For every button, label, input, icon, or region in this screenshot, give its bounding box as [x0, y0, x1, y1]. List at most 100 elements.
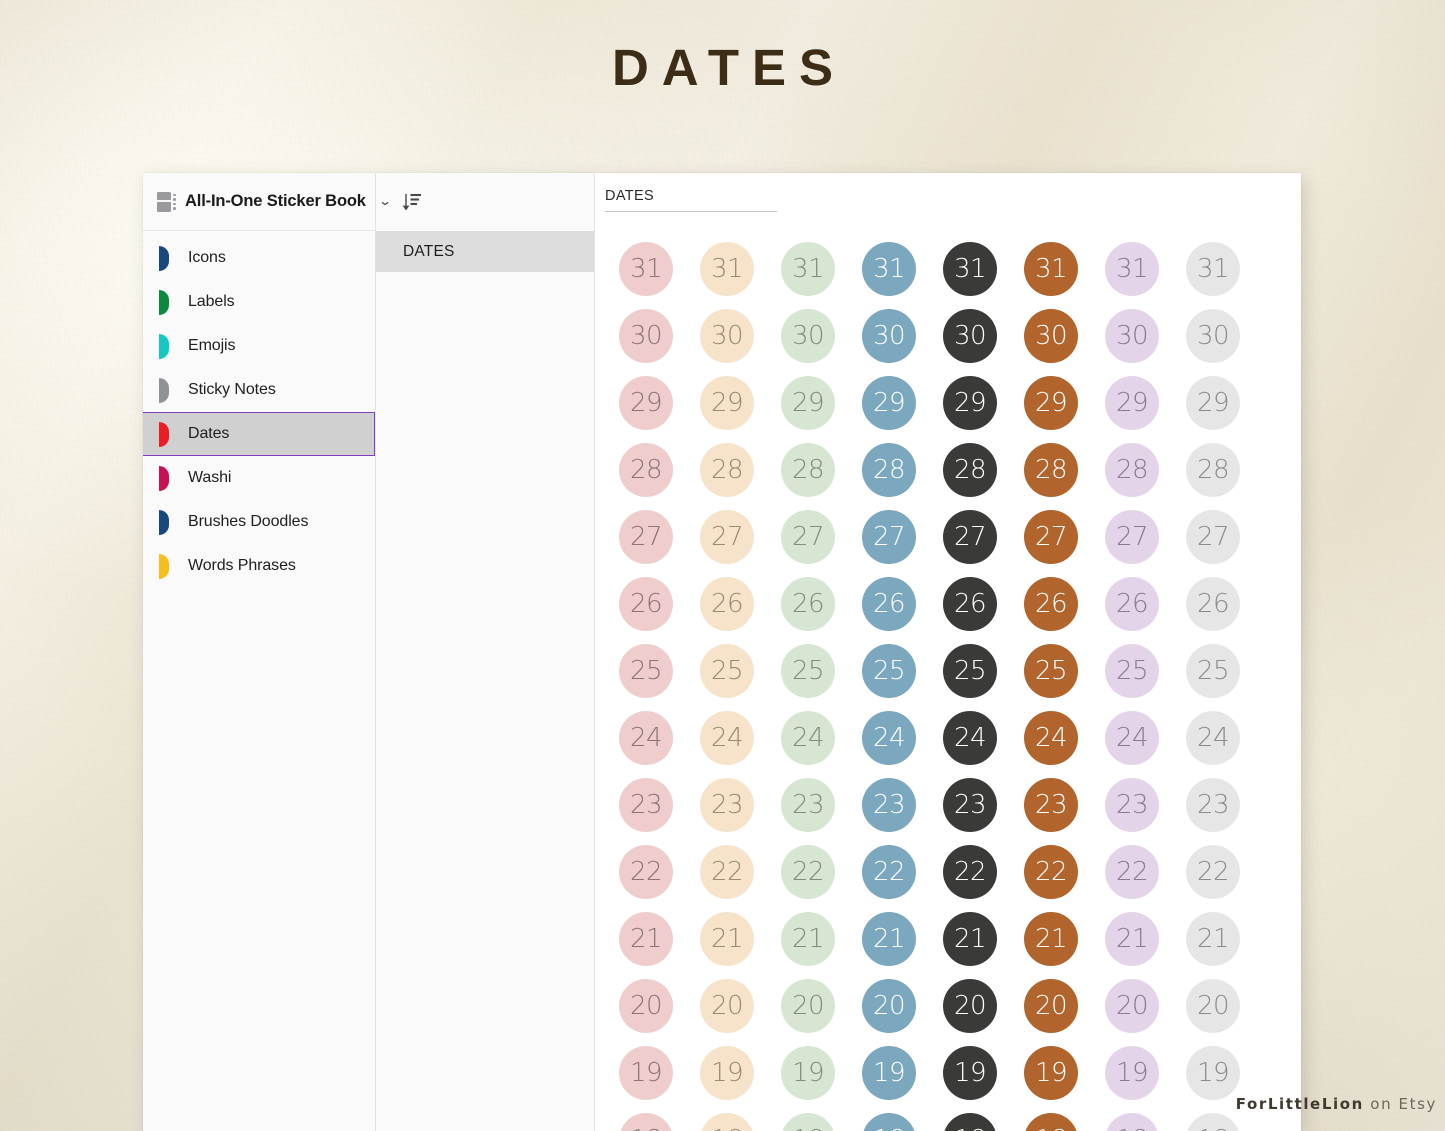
- date-sticker-27-cream[interactable]: 27: [700, 509, 754, 564]
- date-sticker-30-lavender[interactable]: 30: [1105, 308, 1159, 363]
- sidebar-item-washi[interactable]: Washi: [143, 456, 375, 500]
- date-sticker-28-rust[interactable]: 28: [1024, 442, 1078, 497]
- date-sticker-30-rust[interactable]: 30: [1024, 308, 1078, 363]
- date-sticker-30-gray[interactable]: 30: [1186, 308, 1240, 363]
- date-sticker-29-pink[interactable]: 29: [619, 375, 673, 430]
- sort-descending-icon[interactable]: [399, 189, 425, 215]
- date-sticker-31-rust[interactable]: 31: [1024, 241, 1078, 296]
- date-sticker-18-cream[interactable]: 18: [700, 1112, 754, 1131]
- date-sticker-31-sage[interactable]: 31: [781, 241, 835, 296]
- date-sticker-30-blue[interactable]: 30: [862, 308, 916, 363]
- date-sticker-19-sage[interactable]: 19: [781, 1045, 835, 1100]
- date-sticker-30-sage[interactable]: 30: [781, 308, 835, 363]
- date-sticker-29-sage[interactable]: 29: [781, 375, 835, 430]
- date-sticker-22-blue[interactable]: 22: [862, 844, 916, 899]
- date-sticker-19-charcoal[interactable]: 19: [943, 1045, 997, 1100]
- date-sticker-27-charcoal[interactable]: 27: [943, 509, 997, 564]
- date-sticker-29-cream[interactable]: 29: [700, 375, 754, 430]
- date-sticker-19-rust[interactable]: 19: [1024, 1045, 1078, 1100]
- date-sticker-31-cream[interactable]: 31: [700, 241, 754, 296]
- date-sticker-18-pink[interactable]: 18: [619, 1112, 673, 1131]
- date-sticker-22-gray[interactable]: 22: [1186, 844, 1240, 899]
- date-sticker-30-charcoal[interactable]: 30: [943, 308, 997, 363]
- date-sticker-18-gray[interactable]: 18: [1186, 1112, 1240, 1131]
- date-sticker-25-charcoal[interactable]: 25: [943, 643, 997, 698]
- date-sticker-26-cream[interactable]: 26: [700, 576, 754, 631]
- date-sticker-23-sage[interactable]: 23: [781, 777, 835, 832]
- date-sticker-24-pink[interactable]: 24: [619, 710, 673, 765]
- date-sticker-18-lavender[interactable]: 18: [1105, 1112, 1159, 1131]
- date-sticker-26-gray[interactable]: 26: [1186, 576, 1240, 631]
- date-sticker-30-pink[interactable]: 30: [619, 308, 673, 363]
- date-sticker-19-blue[interactable]: 19: [862, 1045, 916, 1100]
- date-sticker-25-blue[interactable]: 25: [862, 643, 916, 698]
- date-sticker-21-gray[interactable]: 21: [1186, 911, 1240, 966]
- date-sticker-28-blue[interactable]: 28: [862, 442, 916, 497]
- date-sticker-26-charcoal[interactable]: 26: [943, 576, 997, 631]
- date-sticker-29-blue[interactable]: 29: [862, 375, 916, 430]
- date-sticker-27-rust[interactable]: 27: [1024, 509, 1078, 564]
- date-sticker-21-sage[interactable]: 21: [781, 911, 835, 966]
- date-sticker-26-blue[interactable]: 26: [862, 576, 916, 631]
- sidebar-item-icons[interactable]: Icons: [143, 236, 375, 280]
- date-sticker-27-sage[interactable]: 27: [781, 509, 835, 564]
- date-sticker-28-pink[interactable]: 28: [619, 442, 673, 497]
- date-sticker-24-rust[interactable]: 24: [1024, 710, 1078, 765]
- date-sticker-24-gray[interactable]: 24: [1186, 710, 1240, 765]
- date-sticker-28-sage[interactable]: 28: [781, 442, 835, 497]
- date-sticker-31-lavender[interactable]: 31: [1105, 241, 1159, 296]
- date-sticker-25-pink[interactable]: 25: [619, 643, 673, 698]
- date-sticker-26-rust[interactable]: 26: [1024, 576, 1078, 631]
- date-sticker-24-charcoal[interactable]: 24: [943, 710, 997, 765]
- date-sticker-20-blue[interactable]: 20: [862, 978, 916, 1033]
- date-sticker-19-gray[interactable]: 19: [1186, 1045, 1240, 1100]
- date-sticker-23-blue[interactable]: 23: [862, 777, 916, 832]
- date-sticker-26-pink[interactable]: 26: [619, 576, 673, 631]
- date-sticker-29-lavender[interactable]: 29: [1105, 375, 1159, 430]
- date-sticker-20-rust[interactable]: 20: [1024, 978, 1078, 1033]
- date-sticker-28-cream[interactable]: 28: [700, 442, 754, 497]
- date-sticker-25-gray[interactable]: 25: [1186, 643, 1240, 698]
- sidebar-item-dates[interactable]: Dates: [143, 412, 375, 456]
- date-sticker-31-pink[interactable]: 31: [619, 241, 673, 296]
- date-sticker-31-blue[interactable]: 31: [862, 241, 916, 296]
- date-sticker-28-lavender[interactable]: 28: [1105, 442, 1159, 497]
- book-title[interactable]: All-In-One Sticker Book: [185, 192, 366, 211]
- date-sticker-30-cream[interactable]: 30: [700, 308, 754, 363]
- sidebar-item-words-phrases[interactable]: Words Phrases: [143, 544, 375, 588]
- date-sticker-21-rust[interactable]: 21: [1024, 911, 1078, 966]
- date-sticker-23-cream[interactable]: 23: [700, 777, 754, 832]
- date-sticker-23-lavender[interactable]: 23: [1105, 777, 1159, 832]
- date-sticker-23-charcoal[interactable]: 23: [943, 777, 997, 832]
- date-sticker-23-rust[interactable]: 23: [1024, 777, 1078, 832]
- date-sticker-29-gray[interactable]: 29: [1186, 375, 1240, 430]
- sidebar-item-emojis[interactable]: Emojis: [143, 324, 375, 368]
- chevron-down-icon[interactable]: ⌄: [378, 195, 392, 207]
- date-sticker-18-sage[interactable]: 18: [781, 1112, 835, 1131]
- date-sticker-18-rust[interactable]: 18: [1024, 1112, 1078, 1131]
- date-sticker-18-blue[interactable]: 18: [862, 1112, 916, 1131]
- date-sticker-22-sage[interactable]: 22: [781, 844, 835, 899]
- date-sticker-25-sage[interactable]: 25: [781, 643, 835, 698]
- date-sticker-20-sage[interactable]: 20: [781, 978, 835, 1033]
- date-sticker-31-gray[interactable]: 31: [1186, 241, 1240, 296]
- date-sticker-25-cream[interactable]: 25: [700, 643, 754, 698]
- date-sticker-25-rust[interactable]: 25: [1024, 643, 1078, 698]
- date-sticker-29-charcoal[interactable]: 29: [943, 375, 997, 430]
- sidebar-item-brushes-doodles[interactable]: Brushes Doodles: [143, 500, 375, 544]
- sidebar-item-sticky-notes[interactable]: Sticky Notes: [143, 368, 375, 412]
- date-sticker-25-lavender[interactable]: 25: [1105, 643, 1159, 698]
- date-sticker-19-cream[interactable]: 19: [700, 1045, 754, 1100]
- date-sticker-19-pink[interactable]: 19: [619, 1045, 673, 1100]
- date-sticker-19-lavender[interactable]: 19: [1105, 1045, 1159, 1100]
- date-sticker-24-blue[interactable]: 24: [862, 710, 916, 765]
- date-sticker-22-cream[interactable]: 22: [700, 844, 754, 899]
- date-sticker-21-cream[interactable]: 21: [700, 911, 754, 966]
- date-sticker-21-blue[interactable]: 21: [862, 911, 916, 966]
- sidebar-item-labels[interactable]: Labels: [143, 280, 375, 324]
- date-sticker-20-charcoal[interactable]: 20: [943, 978, 997, 1033]
- date-sticker-18-charcoal[interactable]: 18: [943, 1112, 997, 1131]
- date-sticker-21-charcoal[interactable]: 21: [943, 911, 997, 966]
- date-sticker-27-pink[interactable]: 27: [619, 509, 673, 564]
- date-sticker-23-gray[interactable]: 23: [1186, 777, 1240, 832]
